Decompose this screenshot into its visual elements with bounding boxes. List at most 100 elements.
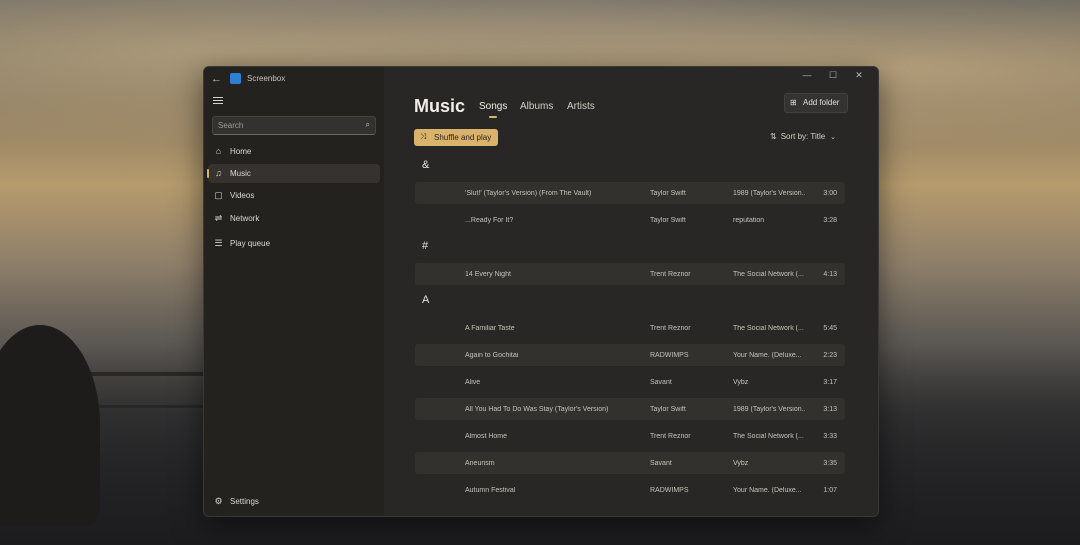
home-icon: ⌂ — [215, 146, 222, 156]
song-album: reputation — [733, 217, 765, 224]
song-artist: Taylor Swift — [650, 190, 686, 197]
search-icon[interactable]: ⌕ — [366, 120, 370, 130]
song-artist: Taylor Swift — [650, 217, 686, 224]
shuffle-icon: ⤨ — [420, 132, 427, 141]
shuffle-and-play-button[interactable]: ⤨ Shuffle and play — [414, 129, 498, 146]
shuffle-label: Shuffle and play — [434, 133, 492, 142]
nav-item-videos[interactable]: ▢ Videos — [208, 186, 380, 205]
chevron-down-icon: ⌄ — [830, 134, 837, 141]
maximize-icon[interactable]: ☐ — [820, 70, 846, 81]
sort-dropdown[interactable]: ⇅ Sort by: Title ⌄ — [770, 132, 836, 141]
song-artist: Savant — [650, 460, 672, 467]
song-artist: RADWIMPS — [650, 487, 689, 494]
song-artist: Trent Reznor — [650, 325, 691, 332]
play-queue-icon: ☰ — [214, 238, 223, 248]
app-logo-icon — [230, 73, 241, 84]
selection-indicator — [207, 169, 209, 178]
minimize-icon[interactable]: — — [794, 70, 820, 80]
song-title: All You Had To Do Was Stay (Taylor's Ver… — [465, 406, 609, 413]
tab-songs[interactable]: Songs — [479, 101, 507, 112]
song-row[interactable]: 14 Every Night Trent Reznor The Social Net… — [415, 263, 845, 285]
nav-label-home: Home — [230, 147, 252, 156]
app-title: Screenbox — [247, 74, 286, 83]
song-duration: 3:00 — [823, 190, 837, 197]
song-row[interactable]: 'Slut!' (Taylor's Version) (From The Vau… — [415, 182, 845, 204]
song-artist: Trent Reznor — [650, 433, 691, 440]
close-icon[interactable]: ✕ — [846, 70, 872, 81]
song-title: Again to Gochitai — [465, 352, 519, 359]
nav-label-music: Music — [230, 169, 251, 178]
song-row[interactable]: Aneurism Savant Vybz 3:35 — [415, 452, 845, 474]
song-album: The Social Network (... — [733, 433, 804, 440]
song-album: Vybz — [733, 460, 749, 467]
song-row[interactable]: Again to Gochitai RADWIMPS Your Name. (Del… — [415, 344, 845, 366]
settings-icon: ⚙ — [214, 496, 223, 506]
song-title: Almost Home — [465, 433, 508, 440]
song-row[interactable]: Autumn Festival RADWIMPS Your Name. (Delux… — [415, 479, 845, 501]
song-row[interactable]: ...Ready For It? Taylor Swift reputation 3:… — [415, 209, 845, 231]
tab-albums[interactable]: Albums — [520, 101, 553, 112]
song-artist: Trent Reznor — [650, 271, 691, 278]
song-duration: 3:17 — [823, 379, 837, 386]
tab-artists[interactable]: Artists — [567, 101, 595, 112]
song-duration: 4:13 — [823, 271, 837, 278]
group-header[interactable]: A — [422, 294, 429, 306]
search-input[interactable] — [218, 119, 353, 131]
song-row[interactable]: Alive Savant Vybz 3:17 — [415, 371, 845, 393]
nav-item-play-queue[interactable]: ☰ Play queue — [208, 234, 380, 253]
add-folder-button[interactable]: ⊞ Add folder — [784, 93, 848, 113]
sort-icon: ⇅ — [770, 132, 777, 141]
network-icon: ⇌ — [214, 213, 223, 223]
app-window: ← Screenbox ⌕ ⌂ Home ♫ Music ▢ Videos ⇌ … — [203, 66, 879, 517]
song-duration: 3:28 — [823, 217, 837, 224]
song-title: ...Ready For It? — [465, 217, 514, 224]
song-duration: 3:13 — [823, 406, 837, 413]
nav-item-music[interactable]: ♫ Music — [207, 164, 380, 183]
song-title: Aneurism — [465, 460, 495, 467]
song-title: 'Slut!' (Taylor's Version) (From The Vau… — [465, 190, 592, 197]
song-artist: Taylor Swift — [650, 406, 686, 413]
song-album: 1989 (Taylor's Version... — [733, 190, 805, 197]
song-duration: 5:45 — [823, 325, 837, 332]
main-content: — ☐ ✕ Music Songs Albums Artists ⊞ Add fol… — [384, 67, 878, 516]
nav-item-network[interactable]: ⇌ Network — [208, 209, 380, 228]
search-box[interactable]: ⌕ — [212, 116, 376, 135]
group-header[interactable]: # — [422, 240, 428, 252]
group-header[interactable]: & — [422, 159, 429, 171]
back-arrow-icon[interactable]: ← — [211, 73, 223, 85]
nav-label-play-queue: Play queue — [230, 239, 271, 248]
song-duration: 1:07 — [823, 487, 837, 494]
song-row[interactable]: A Familiar Taste Trent Reznor The Social N… — [415, 317, 845, 339]
nav-item-home[interactable]: ⌂ Home — [208, 142, 380, 161]
sort-label: Sort by: Title — [780, 132, 826, 141]
song-row[interactable]: Almost Home Trent Reznor The Social Networ… — [415, 425, 845, 447]
song-artist: RADWIMPS — [650, 352, 689, 359]
song-duration: 3:33 — [823, 433, 837, 440]
song-album: Vybz — [733, 379, 749, 386]
song-row[interactable]: All You Had To Do Was Stay (Taylor's Ver… — [415, 398, 845, 420]
song-title: A Familiar Taste — [465, 325, 515, 332]
song-album: The Social Network (... — [733, 271, 804, 278]
title-bar: ← Screenbox — [204, 67, 384, 91]
nav-item-settings[interactable]: ⚙ Settings — [208, 492, 380, 511]
window-controls: — ☐ ✕ — [794, 70, 872, 81]
videos-icon: ▢ — [214, 190, 223, 200]
folder-add-icon: ⊞ — [790, 98, 797, 107]
hamburger-menu-icon[interactable] — [213, 97, 223, 105]
nav-label-videos: Videos — [230, 191, 255, 200]
song-album: 1989 (Taylor's Version... — [733, 406, 805, 413]
sidebar: ← Screenbox ⌕ ⌂ Home ♫ Music ▢ Videos ⇌ … — [204, 67, 384, 516]
page-title: Music — [414, 96, 466, 116]
add-folder-label: Add folder — [803, 98, 840, 107]
song-duration: 2:23 — [823, 352, 837, 359]
music-icon: ♫ — [215, 168, 222, 178]
song-album: The Social Network (... — [733, 325, 804, 332]
song-album: Your Name. (Deluxe... — [733, 352, 802, 359]
song-duration: 3:35 — [823, 460, 837, 467]
active-tab-indicator — [489, 116, 497, 118]
song-artist: Savant — [650, 379, 672, 386]
song-title: 14 Every Night — [465, 271, 511, 278]
nav-label-network: Network — [230, 214, 260, 223]
song-title: Autumn Festival — [465, 487, 516, 494]
song-title: Alive — [465, 379, 481, 386]
